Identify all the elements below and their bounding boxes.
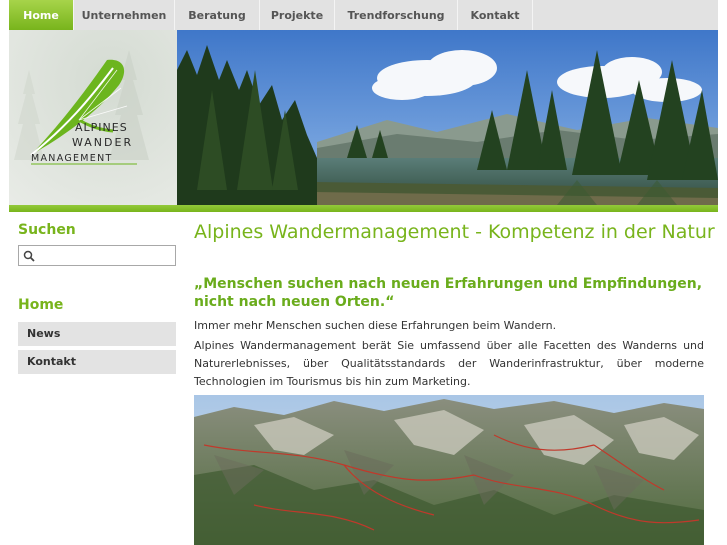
nav-item-unternehmen[interactable]: Unternehmen [74, 0, 174, 30]
top-navigation: Home Unternehmen Beratung Projekte Trend… [9, 0, 718, 31]
svg-text:ALPINES: ALPINES [75, 121, 128, 134]
page-title: Alpines Wandermanagement - Kompetenz in … [194, 221, 715, 243]
header-landscape-photo [177, 30, 718, 205]
svg-text:WANDER: WANDER [72, 136, 133, 149]
search-title: Suchen [18, 222, 76, 238]
svg-text:MANAGEMENT: MANAGEMENT [31, 153, 113, 164]
search-icon [23, 250, 35, 262]
sidebar-item-news[interactable]: News [18, 322, 176, 346]
header-green-divider [9, 205, 718, 212]
feather-logo-icon: ALPINES WANDER MANAGEMENT [9, 30, 177, 205]
nav-item-home[interactable]: Home [9, 0, 73, 30]
sidebar-item-kontakt[interactable]: Kontakt [18, 350, 176, 374]
terrain-map-image [194, 395, 704, 545]
intro-paragraph: Immer mehr Menschen suchen diese Erfahru… [194, 319, 557, 332]
site-logo[interactable]: ALPINES WANDER MANAGEMENT [9, 30, 177, 205]
nav-item-trendforschung[interactable]: Trendforschung [335, 0, 457, 30]
search-input[interactable] [18, 245, 176, 266]
quote-text: „Menschen suchen nach neuen Erfahrungen … [194, 276, 703, 310]
nav-divider [532, 0, 533, 30]
nav-item-kontakt[interactable]: Kontakt [458, 0, 532, 30]
nav-item-beratung[interactable]: Beratung [175, 0, 259, 30]
sidebar-section-title: Home [18, 297, 64, 313]
description-paragraph: Alpines Wandermanagement berät Sie umfas… [194, 339, 704, 388]
nav-item-projekte[interactable]: Projekte [260, 0, 334, 30]
